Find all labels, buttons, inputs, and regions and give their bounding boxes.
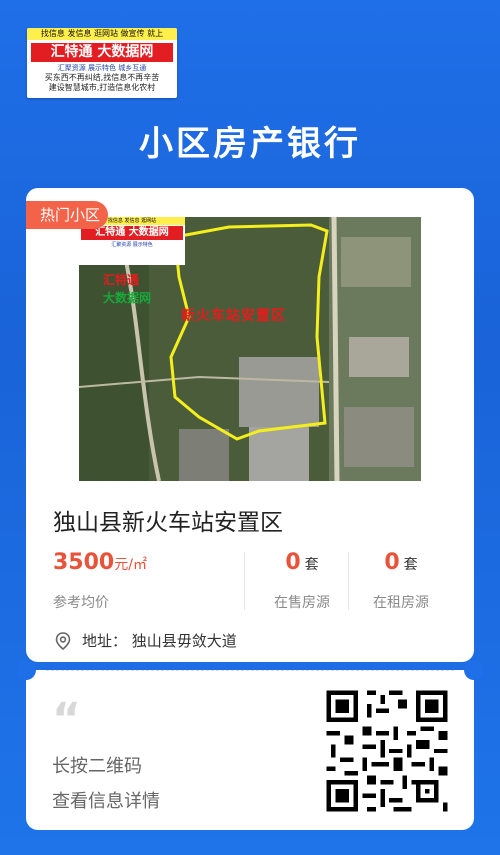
- for-sale-unit: 套: [304, 557, 319, 573]
- card-notch-left: [16, 660, 36, 680]
- community-name: 独山县新火车站安置区: [53, 510, 283, 536]
- for-sale-label: 在售房源: [274, 595, 330, 611]
- reference-price: 3500元/㎡: [53, 550, 147, 575]
- qr-code-image: [322, 686, 452, 816]
- qr-code[interactable]: [322, 686, 452, 816]
- qr-card: “ 长按二维码 查看信息详情: [26, 670, 474, 830]
- community-aerial-photo[interactable]: 找信息 发信息 逛网站 汇特通 大数据网 汇聚资源 展示特色 汇特通 大数据网 …: [79, 217, 421, 481]
- banner-line1: 找信息 发信息 逛网站 做宣传 就上: [27, 28, 177, 40]
- for-rent-label: 在租房源: [373, 595, 429, 611]
- qr-hint-line1: 长按二维码: [52, 756, 142, 777]
- banner-brand: 汇特通 大数据网: [30, 42, 174, 63]
- qr-hint-line2: 查看信息详情: [52, 791, 160, 812]
- photo-banner-sub: 汇聚资源 展示特色: [111, 242, 153, 248]
- for-sale-number: 0: [285, 550, 301, 575]
- for-sale-count[interactable]: 0套: [252, 550, 352, 575]
- for-rent-count[interactable]: 0套: [351, 550, 451, 575]
- price-label: 参考均价: [53, 595, 109, 611]
- address-text: 地址： 独山县毋敛大道: [82, 632, 237, 650]
- banner-line5: 建设智慧城市,打造信息化农村: [48, 83, 156, 92]
- banner-line3: 汇聚资源 展示特色 城乡互通: [57, 64, 147, 72]
- area-overlay-label: 新火车站安置区: [181, 308, 286, 324]
- for-rent-number: 0: [384, 550, 400, 575]
- stat-divider: [244, 552, 245, 610]
- quote-icon: “: [52, 694, 81, 745]
- address-row[interactable]: 地址： 独山县毋敛大道: [53, 630, 237, 651]
- price-value: 3500: [53, 550, 115, 575]
- stat-divider: [348, 552, 349, 610]
- brand-banner[interactable]: 找信息 发信息 逛网站 做宣传 就上 汇特通 大数据网 汇聚资源 展示特色 城乡…: [27, 28, 177, 98]
- hot-community-tag: 热门小区: [26, 201, 109, 229]
- page-title: 小区房产银行: [139, 124, 361, 164]
- banner-line4: 买东西不再纠结,找信息不再辛苦: [44, 73, 160, 82]
- watermark-brand-red: 汇特通: [103, 273, 140, 287]
- price-unit: 元/㎡: [114, 557, 147, 573]
- community-card[interactable]: 热门小区 找信息 发信息 逛网站 汇特通 大数据网 汇聚资源 展示特色 汇特通 …: [26, 188, 474, 662]
- watermark-brand-green: 大数据网: [103, 291, 152, 305]
- for-rent-unit: 套: [403, 557, 418, 573]
- card-notch-right: [464, 660, 484, 680]
- location-pin-icon: [55, 631, 71, 650]
- dashed-separator: [46, 670, 454, 671]
